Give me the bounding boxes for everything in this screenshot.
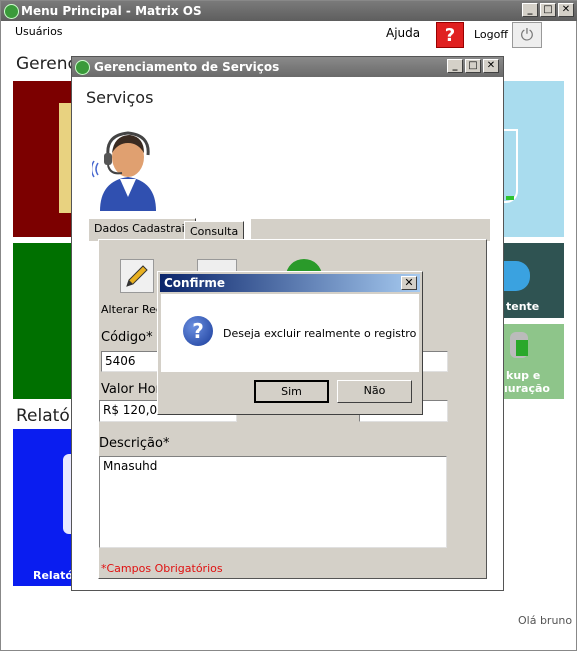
tile-backup-label2: ıuração bbox=[504, 382, 550, 395]
nao-button[interactable]: Não bbox=[337, 380, 412, 403]
ajuda-label[interactable]: Ajuda bbox=[386, 26, 420, 40]
tab-consulta[interactable]: Consulta bbox=[184, 221, 245, 241]
greeting-text: Olá bruno bbox=[518, 614, 573, 627]
confirm-title: Confirme bbox=[164, 276, 226, 290]
sim-button[interactable]: Sim bbox=[254, 380, 329, 403]
descricao-label: Descrição* bbox=[99, 436, 170, 451]
alterar-label: Alterar Reg bbox=[101, 303, 163, 316]
maximize-button[interactable]: □ bbox=[540, 3, 556, 17]
codigo-label: Código* bbox=[101, 330, 153, 345]
services-app-icon bbox=[75, 60, 90, 75]
window-title: Menu Principal - Matrix OS bbox=[21, 4, 202, 18]
tab-strip: Dados Cadastrais Consulta bbox=[86, 218, 490, 241]
tile-cliente[interactable]: tente bbox=[504, 243, 564, 318]
question-icon: ? bbox=[183, 316, 213, 346]
valor-label: Valor Hor bbox=[101, 382, 161, 397]
services-close-button[interactable]: ✕ bbox=[483, 59, 499, 73]
menu-usuarios[interactable]: Usuários bbox=[15, 25, 63, 38]
confirm-close-icon[interactable]: ✕ bbox=[401, 276, 417, 290]
support-avatar-icon bbox=[90, 125, 164, 211]
tile-backup[interactable]: kup e ıuração bbox=[504, 324, 564, 399]
descricao-field[interactable]: Mnasuhd bbox=[99, 456, 447, 548]
minimize-button[interactable]: _ bbox=[522, 3, 538, 17]
help-icon[interactable]: ? bbox=[436, 22, 464, 48]
arrow-down-icon bbox=[516, 340, 528, 356]
main-titlebar[interactable]: Menu Principal - Matrix OS _ □ ✕ bbox=[1, 1, 577, 21]
confirm-dialog: Confirme ✕ ? Deseja excluir realmente o … bbox=[157, 271, 423, 415]
chart-icon bbox=[504, 261, 530, 291]
tile-relatorio-label: Relató bbox=[33, 569, 73, 582]
tab-dados-cadastrais[interactable]: Dados Cadastrais bbox=[88, 218, 197, 241]
power-icon[interactable]: ⏻ bbox=[512, 22, 542, 48]
confirm-message: Deseja excluir realmente o registro bbox=[223, 327, 417, 340]
logoff-label[interactable]: Logoff bbox=[474, 28, 508, 41]
confirm-titlebar[interactable]: Confirme ✕ bbox=[160, 274, 420, 292]
required-note: *Campos Obrigatórios bbox=[101, 562, 223, 575]
services-minimize-button[interactable]: _ bbox=[447, 59, 463, 73]
edit-icon[interactable] bbox=[120, 259, 154, 293]
tile-dark-red[interactable] bbox=[13, 81, 73, 237]
services-heading: Serviços bbox=[86, 88, 154, 107]
services-window-title: Gerenciamento de Serviços bbox=[94, 60, 280, 74]
tile-backup-label: kup e bbox=[506, 369, 541, 382]
tile-light-blue[interactable] bbox=[504, 81, 564, 237]
tile-relatorio[interactable]: Relató bbox=[13, 429, 73, 586]
services-maximize-button[interactable]: □ bbox=[465, 59, 481, 73]
tile-cliente-label: tente bbox=[506, 300, 540, 313]
tile-green[interactable] bbox=[13, 243, 73, 399]
close-button[interactable]: ✕ bbox=[558, 3, 574, 17]
services-titlebar[interactable]: Gerenciamento de Serviços _ □ ✕ bbox=[72, 57, 503, 77]
app-icon bbox=[4, 4, 19, 19]
